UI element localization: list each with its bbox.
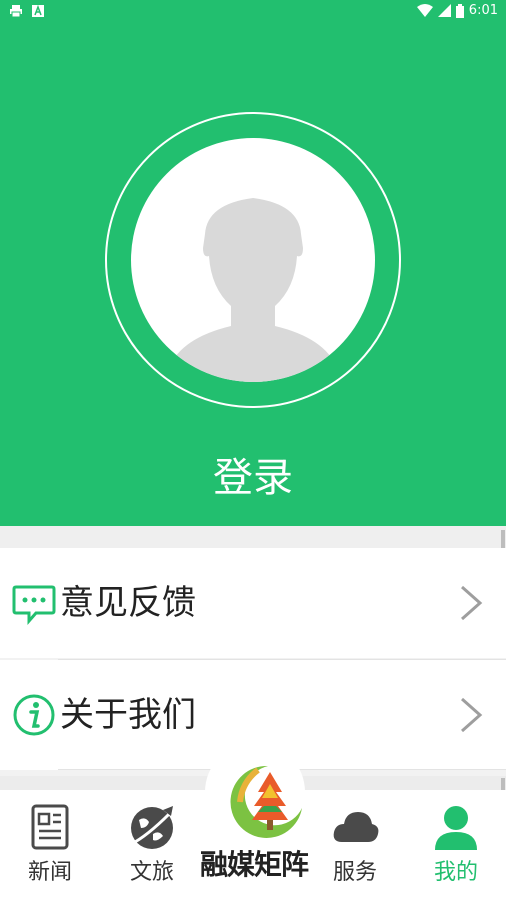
- profile-header: 登录: [0, 24, 506, 526]
- tab-label-travel: 文旅: [129, 860, 174, 885]
- user-icon: [435, 806, 477, 850]
- brand-text: 融媒矩阵: [200, 848, 309, 881]
- menu-label-about: 关于我们: [60, 695, 196, 735]
- status-bar: 6:01: [0, 0, 506, 24]
- chevron-right-icon: [461, 585, 483, 621]
- system-indicators: 6:01: [416, 3, 498, 18]
- signal-icon: [437, 4, 451, 17]
- notification-icons: [10, 5, 44, 17]
- info-icon: [13, 694, 55, 736]
- tree-logo-icon[interactable]: [228, 762, 308, 842]
- app-notification-icon: [32, 5, 44, 17]
- travel-icon: [131, 806, 177, 849]
- news-icon: [31, 804, 69, 850]
- tab-travel[interactable]: 文旅: [102, 790, 202, 898]
- battery-icon: [455, 3, 464, 18]
- status-time: 6:01: [468, 3, 498, 18]
- avatar[interactable]: [131, 138, 375, 382]
- default-user-icon: [169, 198, 337, 382]
- chevron-right-icon: [461, 697, 483, 733]
- menu-item-feedback[interactable]: 意见反馈: [0, 548, 506, 658]
- tab-label-service: 服务: [332, 860, 377, 885]
- tab-label-mine: 我的: [433, 860, 478, 885]
- printer-icon: [10, 5, 22, 17]
- feedback-icon: [12, 585, 56, 625]
- cloud-icon: [333, 812, 379, 842]
- tab-mine[interactable]: 我的: [406, 790, 506, 898]
- section-gap: [0, 526, 506, 548]
- scrollbar[interactable]: [501, 530, 505, 548]
- tab-label-news: 新闻: [27, 860, 72, 885]
- scrollbar-bottom: [501, 778, 505, 790]
- tab-service[interactable]: 服务: [305, 790, 405, 898]
- tab-news[interactable]: 新闻: [0, 790, 100, 898]
- login-button[interactable]: 登录: [0, 454, 506, 502]
- wifi-icon: [416, 4, 433, 17]
- menu-label-feedback: 意见反馈: [60, 583, 196, 623]
